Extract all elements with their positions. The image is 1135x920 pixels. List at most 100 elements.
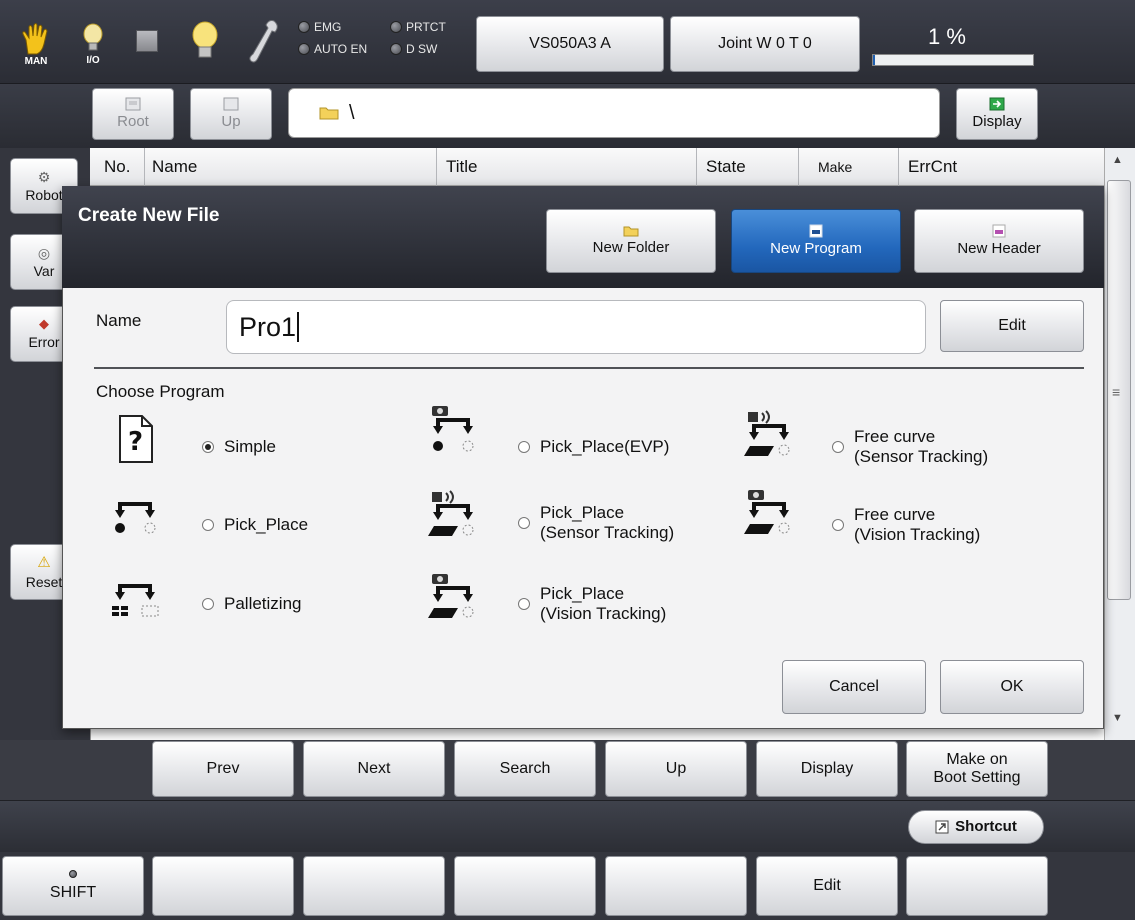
up-folder-icon	[223, 97, 239, 111]
option-free-curve-sensor[interactable]: Free curve (Sensor Tracking)	[832, 427, 988, 466]
shift-indicator-icon	[69, 869, 77, 878]
new-folder-button[interactable]: New Folder	[546, 209, 716, 273]
lamp-emg: EMG	[298, 20, 341, 34]
robot-arm-icon: ⚙	[37, 168, 51, 185]
scroll-up-icon[interactable]: ▲	[1112, 154, 1123, 166]
wrench-icon[interactable]	[246, 18, 282, 66]
variable-icon: ◎	[37, 244, 51, 261]
section-divider	[94, 367, 1084, 369]
robot-name-button[interactable]: VS050A3 A	[476, 16, 664, 72]
col-name[interactable]: Name	[152, 157, 197, 177]
list-header: No. Name Title State Make ErrCnt	[90, 148, 1104, 186]
joint-mode-button[interactable]: Joint W 0 T 0	[670, 16, 860, 72]
pick-place-icon	[115, 502, 156, 534]
option-simple[interactable]: Simple	[202, 437, 276, 457]
option-pick-place[interactable]: Pick_Place	[202, 515, 308, 535]
option-pick-place-sensor[interactable]: Pick_Place (Sensor Tracking)	[518, 503, 674, 542]
scroll-down-icon[interactable]: ▼	[1112, 712, 1123, 724]
name-input[interactable]: Pro1	[226, 300, 926, 354]
simple-program-icon: ?	[119, 415, 153, 463]
up-button[interactable]: Up	[605, 741, 747, 797]
speed-bar	[872, 54, 1034, 66]
io-label: I/O	[86, 54, 100, 66]
display-arrow-icon	[989, 97, 1005, 111]
function-key-5[interactable]	[605, 856, 747, 916]
option-palletizing[interactable]: Palletizing	[202, 594, 302, 614]
header-file-icon	[992, 224, 1006, 238]
lamp-dot-icon	[298, 21, 310, 33]
display-list-button[interactable]: Display	[756, 741, 898, 797]
option-free-curve-vision[interactable]: Free curve (Vision Tracking)	[832, 505, 980, 544]
radio-free-curve-vision[interactable]	[832, 518, 844, 531]
radio-pick-place-evp[interactable]	[518, 440, 530, 453]
speed-bar-fill	[873, 55, 875, 65]
program-file-icon	[809, 224, 823, 238]
col-title[interactable]: Title	[446, 157, 478, 177]
bulb-small-icon	[83, 23, 103, 50]
speed-override[interactable]: 1 %	[872, 18, 1036, 72]
shortcut-button[interactable]: Shortcut	[908, 810, 1044, 844]
path-field[interactable]: \	[288, 88, 940, 138]
cancel-button[interactable]: Cancel	[782, 660, 926, 714]
man-label: MAN	[24, 55, 48, 67]
next-button[interactable]: Next	[303, 741, 445, 797]
up-folder-button[interactable]: Up	[190, 88, 272, 140]
vision-tracking-icon	[428, 574, 474, 618]
stop-icon[interactable]	[136, 30, 158, 52]
name-input-value: Pro1	[239, 311, 297, 342]
radio-free-curve-sensor[interactable]	[832, 440, 844, 453]
new-header-button[interactable]: New Header	[914, 209, 1084, 273]
free-curve-vision-icon	[744, 490, 790, 534]
root-button[interactable]: Root	[92, 88, 174, 140]
free-curve-sensor-icon	[744, 410, 790, 456]
radio-palletizing[interactable]	[202, 597, 214, 610]
new-program-button[interactable]: New Program	[731, 209, 901, 273]
col-no[interactable]: No.	[104, 157, 130, 177]
radio-simple[interactable]	[202, 440, 214, 453]
radio-pick-place-vision[interactable]	[518, 597, 530, 610]
text-caret	[297, 312, 300, 342]
error-log-icon: ◆	[39, 316, 49, 332]
dialog-title: Create New File	[78, 205, 220, 226]
radio-pick-place[interactable]	[202, 518, 214, 531]
ok-button[interactable]: OK	[940, 660, 1084, 714]
col-state[interactable]: State	[706, 157, 746, 177]
col-errcnt[interactable]: ErrCnt	[908, 157, 957, 177]
search-button[interactable]: Search	[454, 741, 596, 797]
speed-value: 1 %	[928, 24, 966, 49]
lamp-bulb-icon[interactable]	[190, 20, 220, 64]
function-key-2[interactable]	[152, 856, 294, 916]
prev-button[interactable]: Prev	[152, 741, 294, 797]
root-folder-icon	[125, 97, 141, 111]
lamp-prtct: PRTCT	[390, 20, 446, 34]
lamp-d-sw: D SW	[390, 42, 437, 56]
shortcut-icon	[935, 820, 949, 834]
choose-program-label: Choose Program	[96, 382, 225, 401]
function-key-3[interactable]	[303, 856, 445, 916]
hand-icon	[22, 22, 48, 54]
option-pick-place-evp[interactable]: Pick_Place(EVP)	[518, 437, 669, 457]
shift-button[interactable]: SHIFT	[2, 856, 144, 916]
edit-button[interactable]: Edit	[756, 856, 898, 916]
warning-icon: ⚠	[37, 554, 51, 572]
svg-text:?: ?	[128, 427, 143, 457]
sensor-tracking-icon	[428, 490, 474, 536]
io-indicator[interactable]: I/O	[76, 16, 110, 72]
name-edit-button[interactable]: Edit	[940, 300, 1084, 352]
folder-icon	[319, 107, 339, 120]
option-pick-place-vision[interactable]: Pick_Place (Vision Tracking)	[518, 584, 666, 623]
function-key-4[interactable]	[454, 856, 596, 916]
function-key-7[interactable]	[906, 856, 1048, 916]
scroll-grip-icon: ≡	[1112, 384, 1121, 400]
folder-icon	[623, 226, 639, 237]
palletizing-icon	[112, 584, 159, 617]
manual-mode-indicator[interactable]: MAN	[16, 16, 56, 72]
radio-pick-place-sensor[interactable]	[518, 516, 530, 529]
lamp-dot-icon	[390, 43, 402, 55]
lamp-dot-icon	[390, 21, 402, 33]
make-on-boot-setting-button[interactable]: Make on Boot Setting	[906, 741, 1048, 797]
col-make[interactable]: Make	[818, 159, 852, 175]
lamp-dot-icon	[298, 43, 310, 55]
display-button[interactable]: Display	[956, 88, 1038, 140]
path-text: \	[349, 101, 355, 124]
